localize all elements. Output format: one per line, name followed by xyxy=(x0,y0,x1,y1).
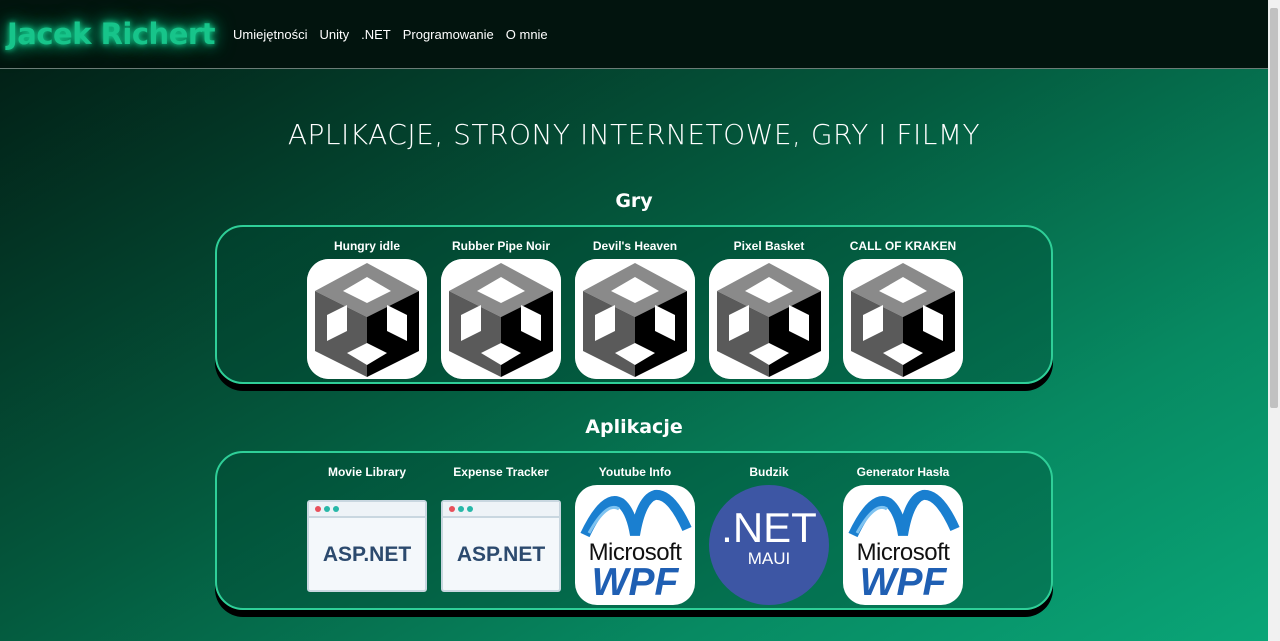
nav-link-programowanie[interactable]: Programowanie xyxy=(403,27,494,42)
apps-panel: Movie Library ASP.NET Expense Tracker AS… xyxy=(215,451,1053,610)
app-title[interactable]: Budzik xyxy=(709,465,829,479)
top-navbar: Jacek Richert Umiejętności Unity .NET Pr… xyxy=(0,0,1268,69)
aspnet-icon[interactable]: ASP.NET xyxy=(441,500,561,592)
aspnet-label: ASP.NET xyxy=(322,543,412,566)
wpf-label: WPF xyxy=(859,561,947,604)
page-scrollbar[interactable] xyxy=(1268,0,1280,641)
unity-icon[interactable] xyxy=(843,259,963,379)
nav-link-dotnet[interactable]: .NET xyxy=(361,27,391,42)
game-title[interactable]: CALL OF KRAKEN xyxy=(843,239,963,253)
wpf-icon[interactable]: Microsoft WPF xyxy=(843,485,963,605)
maui-label: MAUI xyxy=(747,549,791,568)
game-title[interactable]: Pixel Basket xyxy=(709,239,829,253)
app-title[interactable]: Youtube Info xyxy=(575,465,695,479)
scrollbar-thumb[interactable] xyxy=(1270,8,1278,408)
site-brand[interactable]: Jacek Richert xyxy=(7,17,216,51)
aspnet-label: ASP.NET xyxy=(456,543,546,566)
app-title[interactable]: Expense Tracker xyxy=(441,465,561,479)
wpf-label: WPF xyxy=(591,561,679,604)
page-title: APLIKACJE, STRONY INTERNETOWE, GRY I FIL… xyxy=(287,118,981,151)
section-title-games: Gry xyxy=(615,190,653,212)
nav-link-o-mnie[interactable]: O mnie xyxy=(506,27,548,42)
game-title[interactable]: Hungry idle xyxy=(307,239,427,253)
nav-links: Umiejętności Unity .NET Programowanie O … xyxy=(233,27,560,42)
unity-icon[interactable] xyxy=(709,259,829,379)
browser-bar xyxy=(443,502,559,518)
unity-icon[interactable] xyxy=(441,259,561,379)
nav-link-unity[interactable]: Unity xyxy=(319,27,349,42)
app-title[interactable]: Generator Hasła xyxy=(843,465,963,479)
section-title-apps: Aplikacje xyxy=(585,416,683,438)
browser-bar xyxy=(309,502,425,518)
aspnet-icon[interactable]: ASP.NET xyxy=(307,500,427,592)
unity-icon[interactable] xyxy=(307,259,427,379)
dotnet-label: .NET xyxy=(721,504,817,551)
dotnet-maui-icon[interactable]: .NET MAUI xyxy=(709,485,829,605)
game-title[interactable]: Devil's Heaven xyxy=(575,239,695,253)
game-title[interactable]: Rubber Pipe Noir xyxy=(441,239,561,253)
unity-icon[interactable] xyxy=(575,259,695,379)
nav-link-umiejetnosci[interactable]: Umiejętności xyxy=(233,27,307,42)
games-panel: Hungry idle Rubber Pipe Noir Devil's Hea… xyxy=(215,225,1053,384)
app-title[interactable]: Movie Library xyxy=(307,465,427,479)
wpf-icon[interactable]: Microsoft WPF xyxy=(575,485,695,605)
